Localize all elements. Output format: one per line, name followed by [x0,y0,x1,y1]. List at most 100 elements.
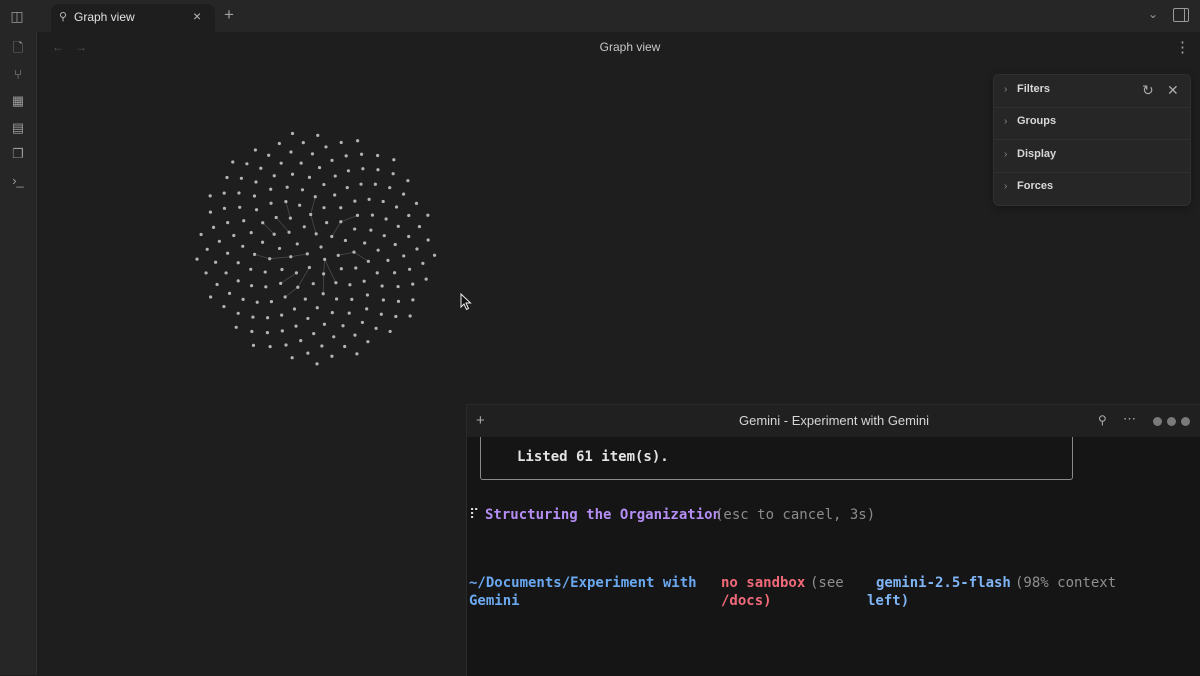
terminal-output[interactable]: Listed 61 item(s). ⠏ Structuring the Org… [467,437,1200,676]
graph-node[interactable] [396,285,399,288]
graph-node[interactable] [223,191,226,194]
graph-node[interactable] [320,344,323,347]
graph-node[interactable] [319,245,322,248]
more-options-icon[interactable]: ⋮ [1175,38,1190,56]
graph-node[interactable] [286,186,289,189]
graph-node[interactable] [356,214,359,217]
graph-node[interactable] [411,283,414,286]
graph-node[interactable] [261,221,264,224]
graph-node[interactable] [284,200,287,203]
graph-node[interactable] [259,167,262,170]
graph-node[interactable] [347,169,350,172]
graph-node[interactable] [261,241,264,244]
graph-node[interactable] [418,225,421,228]
graph-node[interactable] [249,268,252,271]
graph-node[interactable] [354,266,357,269]
graph-node[interactable] [254,148,257,151]
graph-node[interactable] [280,268,283,271]
graph-node[interactable] [318,166,321,169]
graph-node[interactable] [228,292,231,295]
graph-view-icon[interactable]: ⑂ [9,66,27,84]
graph-node[interactable] [392,158,395,161]
graph-node[interactable] [334,174,337,177]
graph-node[interactable] [411,298,414,301]
graph-node[interactable] [415,202,418,205]
chevron-down-icon[interactable]: ⌄ [1148,7,1158,21]
graph-node[interactable] [397,225,400,228]
graph-node[interactable] [302,141,305,144]
graph-node[interactable] [306,351,309,354]
graph-node[interactable] [407,235,410,238]
graph-node[interactable] [324,145,327,148]
graph-node[interactable] [353,334,356,337]
graph-node[interactable] [241,245,244,248]
graph-node[interactable] [240,177,243,180]
graph-node[interactable] [382,200,385,203]
graph-node[interactable] [395,205,398,208]
graph-node[interactable] [298,204,301,207]
graph-node[interactable] [322,272,325,275]
graph-node[interactable] [367,260,370,263]
graph-node[interactable] [226,252,229,255]
graph-node[interactable] [218,240,221,243]
graph-node[interactable] [406,179,409,182]
graph-node[interactable] [222,305,225,308]
graph-canvas[interactable] [180,115,450,380]
graph-node[interactable] [421,262,424,265]
graph-node[interactable] [237,279,240,282]
graph-node[interactable] [289,150,292,153]
graph-node[interactable] [427,238,430,241]
graph-node[interactable] [325,221,328,224]
graph-node[interactable] [350,298,353,301]
graph-node[interactable] [291,132,294,135]
graph-node[interactable] [266,331,269,334]
graph-node[interactable] [256,301,259,304]
graph-node[interactable] [433,254,436,257]
graph-node[interactable] [366,340,369,343]
search-icon[interactable]: ⚲ [1098,413,1107,427]
graph-node[interactable] [334,281,337,284]
graph-node[interactable] [291,173,294,176]
graph-node[interactable] [332,335,335,338]
graph-node[interactable] [339,220,342,223]
new-tab-icon[interactable]: + [224,5,234,25]
graph-node[interactable] [343,345,346,348]
canvas-icon[interactable]: ▦ [9,92,27,110]
graph-node[interactable] [376,271,379,274]
graph-node[interactable] [353,200,356,203]
graph-node[interactable] [303,225,306,228]
graph-node[interactable] [331,311,334,314]
graph-node[interactable] [374,327,377,330]
graph-node[interactable] [309,213,312,216]
graph-node[interactable] [280,313,283,316]
graph-node[interactable] [381,284,384,287]
graph-node[interactable] [294,325,297,328]
graph-node[interactable] [359,183,362,186]
graph-node[interactable] [408,268,411,271]
graph-node[interactable] [212,226,215,229]
close-icon[interactable]: ✕ [1167,82,1179,99]
graph-node[interactable] [339,206,342,209]
filters-section[interactable]: › Filters ↻ ✕ [994,75,1190,108]
graph-node[interactable] [315,362,318,365]
graph-node[interactable] [376,154,379,157]
graph-node[interactable] [199,233,202,236]
graph-node[interactable] [315,232,318,235]
graph-node[interactable] [237,312,240,315]
graph-node[interactable] [270,300,273,303]
graph-node[interactable] [425,278,428,281]
graph-node[interactable] [382,298,385,301]
graph-node[interactable] [316,134,319,137]
graph-node[interactable] [275,216,278,219]
graph-node[interactable] [348,312,351,315]
graph-node[interactable] [238,206,241,209]
graph-node[interactable] [330,355,333,358]
graph-node[interactable] [322,183,325,186]
graph-node[interactable] [368,198,371,201]
graph-node[interactable] [295,271,298,274]
graph-node[interactable] [384,217,387,220]
graph-node[interactable] [293,307,296,310]
graph-node[interactable] [269,188,272,191]
graph-node[interactable] [345,154,348,157]
graph-node[interactable] [250,284,253,287]
